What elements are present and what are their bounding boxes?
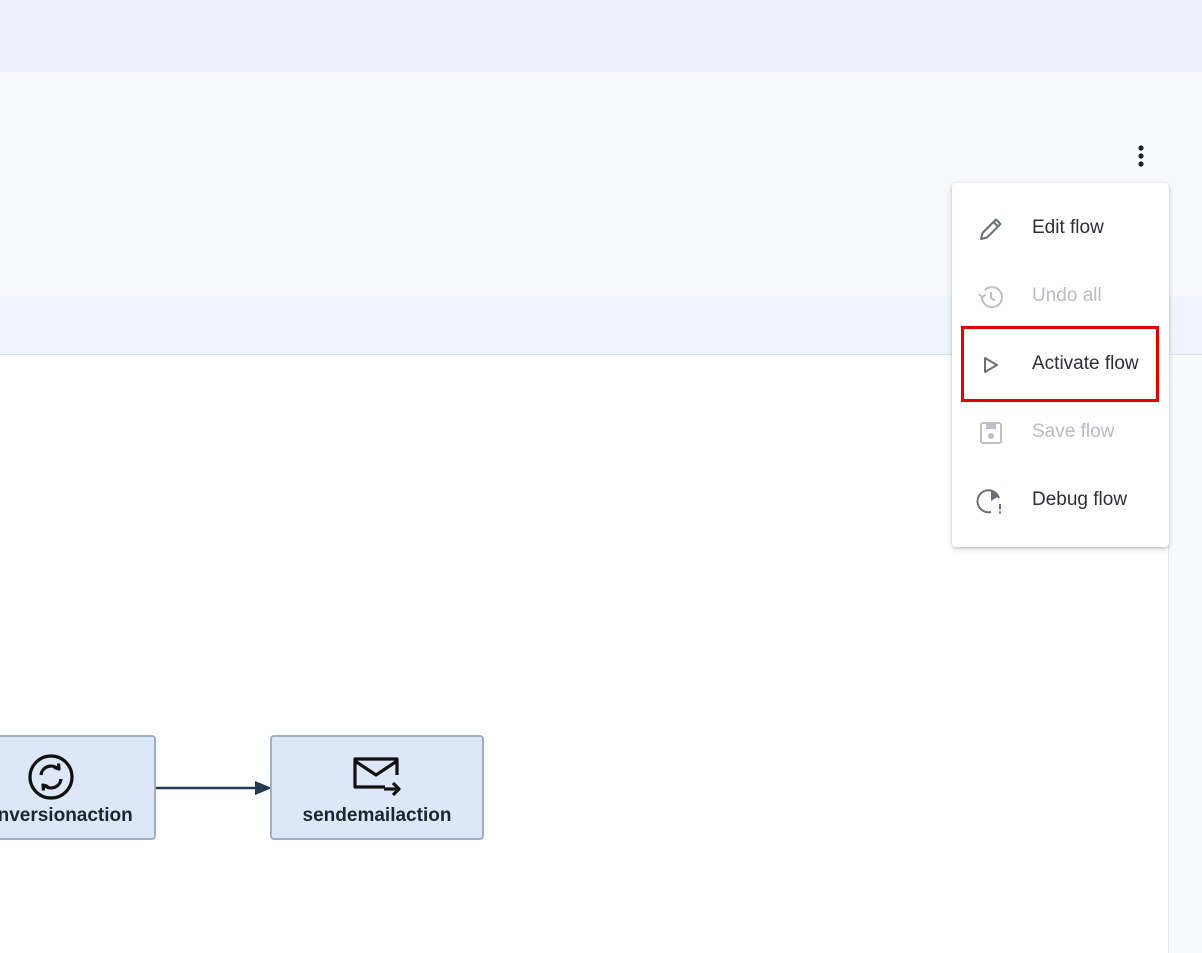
sync-icon bbox=[28, 754, 74, 800]
flow-connector bbox=[156, 781, 272, 795]
flow-node-sendemailaction[interactable]: sendemailaction bbox=[270, 735, 484, 840]
node-label: sendemailaction bbox=[302, 805, 452, 826]
node-label: onversionaction bbox=[0, 805, 133, 826]
flow-node-conversionaction[interactable]: onversionaction bbox=[0, 735, 156, 840]
email-forward-icon bbox=[353, 757, 401, 797]
